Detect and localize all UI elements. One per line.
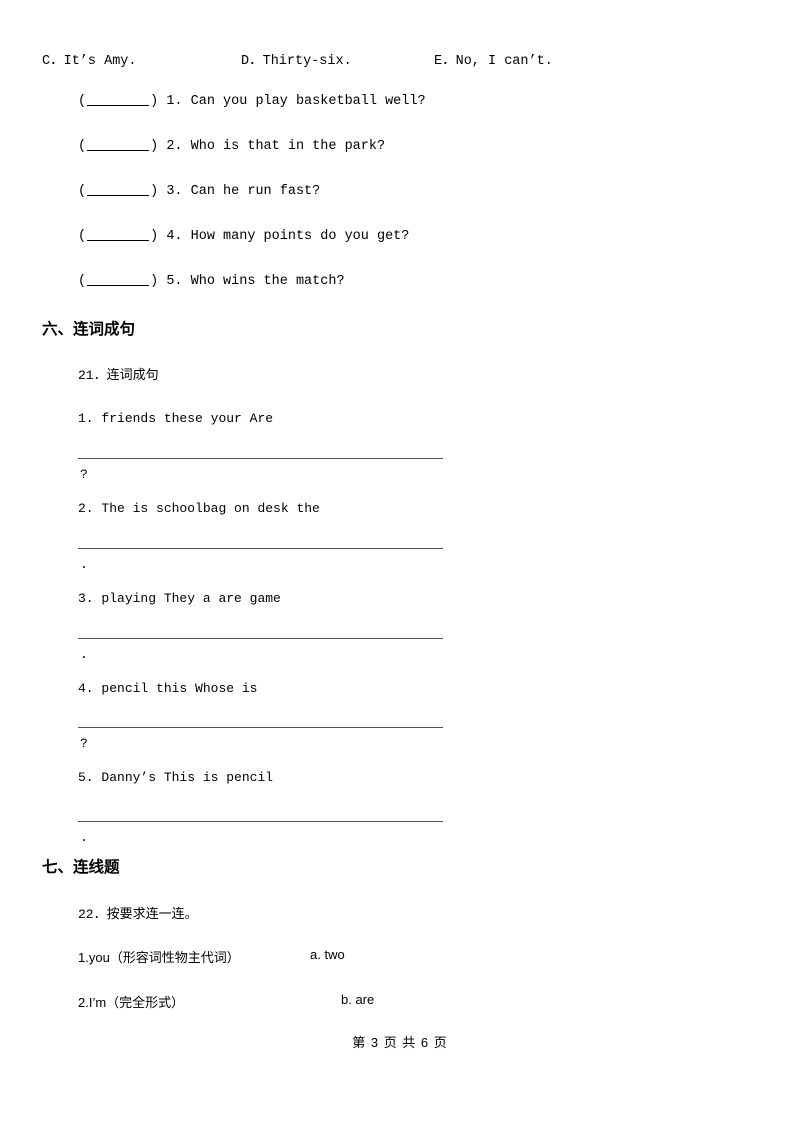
match-right[interactable]: b. are bbox=[341, 992, 374, 1007]
section-heading-six: 六、连词成句 bbox=[42, 321, 136, 338]
item-number: 5. bbox=[78, 770, 94, 785]
section-seven-prompt: 22．按要求连一连。 bbox=[78, 907, 198, 922]
answer-blank[interactable] bbox=[87, 184, 150, 197]
answer-blank-paren[interactable]: () bbox=[78, 274, 158, 289]
matching-item-number: 5. bbox=[166, 274, 183, 289]
answer-line[interactable]: . bbox=[78, 632, 448, 662]
section-six-prompt: 21．连词成句 bbox=[78, 368, 159, 383]
answer-blank[interactable] bbox=[87, 274, 150, 287]
item-number: 4. bbox=[78, 681, 94, 696]
item-number: 2. bbox=[78, 501, 94, 516]
end-mark: . bbox=[80, 647, 88, 662]
item-words: pencil this Whose is bbox=[101, 681, 258, 696]
sentence-words: 5. Danny’s This is pencil bbox=[78, 770, 273, 785]
end-mark: . bbox=[80, 557, 88, 572]
match-left[interactable]: 2.I’m（完全形式） bbox=[78, 992, 184, 1011]
answer-blank[interactable] bbox=[87, 229, 150, 242]
sentence-words: 4. pencil this Whose is bbox=[78, 681, 257, 696]
sentence-words: 1. friends these your Are bbox=[78, 411, 273, 426]
write-rule[interactable] bbox=[78, 637, 443, 639]
matching-item-text: Can you play basketball well? bbox=[190, 94, 426, 109]
document-page: C．It’s Amy. D．Thirty-six. E．No, I can’t.… bbox=[0, 0, 800, 1132]
matching-item-text: How many points do you get? bbox=[190, 229, 410, 244]
write-rule[interactable] bbox=[78, 457, 443, 459]
matching-item: () 1. Can you play basketball well? bbox=[78, 94, 426, 109]
matching-item-number: 2. bbox=[166, 139, 183, 154]
answer-line[interactable]: . bbox=[78, 542, 448, 572]
matching-item-number: 1. bbox=[166, 94, 183, 109]
write-rule[interactable] bbox=[78, 726, 443, 728]
match-row[interactable]: 1.you（形容词性物主代词） a. two bbox=[78, 947, 345, 966]
answer-line[interactable]: ? bbox=[78, 452, 448, 482]
match-row[interactable]: 2.I’m（完全形式） b. are bbox=[78, 992, 374, 1011]
answer-line[interactable]: . bbox=[78, 815, 448, 845]
answer-blank-paren[interactable]: () bbox=[78, 184, 158, 199]
item-words: playing They a are game bbox=[101, 591, 281, 606]
end-mark: . bbox=[80, 830, 88, 845]
sentence-words: 3. playing They a are game bbox=[78, 591, 281, 606]
page-number-text: 第 3 页 共 6 页 bbox=[352, 1035, 448, 1050]
write-rule[interactable] bbox=[78, 820, 443, 822]
matching-item-text: Who wins the match? bbox=[190, 274, 345, 289]
page-footer: 第 3 页 共 6 页 bbox=[0, 1032, 800, 1051]
matching-item: () 5. Who wins the match? bbox=[78, 274, 345, 289]
item-number: 1. bbox=[78, 411, 94, 426]
matching-item: () 3. Can he run fast? bbox=[78, 184, 320, 199]
end-mark: ? bbox=[80, 736, 88, 751]
section-heading-seven: 七、连线题 bbox=[42, 859, 120, 876]
answer-blank[interactable] bbox=[87, 139, 150, 152]
sentence-words: 2. The is schoolbag on desk the bbox=[78, 501, 320, 516]
answer-blank-paren[interactable]: () bbox=[78, 229, 158, 244]
match-left[interactable]: 1.you（形容词性物主代词） bbox=[78, 947, 240, 966]
matching-item: () 4. How many points do you get? bbox=[78, 229, 409, 244]
choice-d: D．Thirty-six. bbox=[241, 54, 352, 69]
matching-item-number: 3. bbox=[166, 184, 183, 199]
matching-item-text: Can he run fast? bbox=[190, 184, 321, 199]
matching-item-text: Who is that in the park? bbox=[190, 139, 386, 154]
write-rule[interactable] bbox=[78, 547, 443, 549]
answer-blank-paren[interactable]: () bbox=[78, 139, 158, 154]
end-mark: ? bbox=[80, 467, 88, 482]
choice-e: E．No, I can’t. bbox=[434, 54, 553, 69]
item-words: friends these your Are bbox=[101, 411, 274, 426]
item-words: Danny’s This is pencil bbox=[101, 770, 274, 785]
answer-blank-paren[interactable]: () bbox=[78, 94, 158, 109]
matching-item-number: 4. bbox=[166, 229, 183, 244]
item-words: The is schoolbag on desk the bbox=[101, 501, 320, 516]
item-number: 3. bbox=[78, 591, 94, 606]
matching-item: () 2. Who is that in the park? bbox=[78, 139, 385, 154]
answer-line[interactable]: ? bbox=[78, 721, 448, 751]
match-right[interactable]: a. two bbox=[310, 947, 345, 962]
answer-blank[interactable] bbox=[87, 94, 150, 107]
choice-c: C．It’s Amy. bbox=[42, 54, 137, 69]
